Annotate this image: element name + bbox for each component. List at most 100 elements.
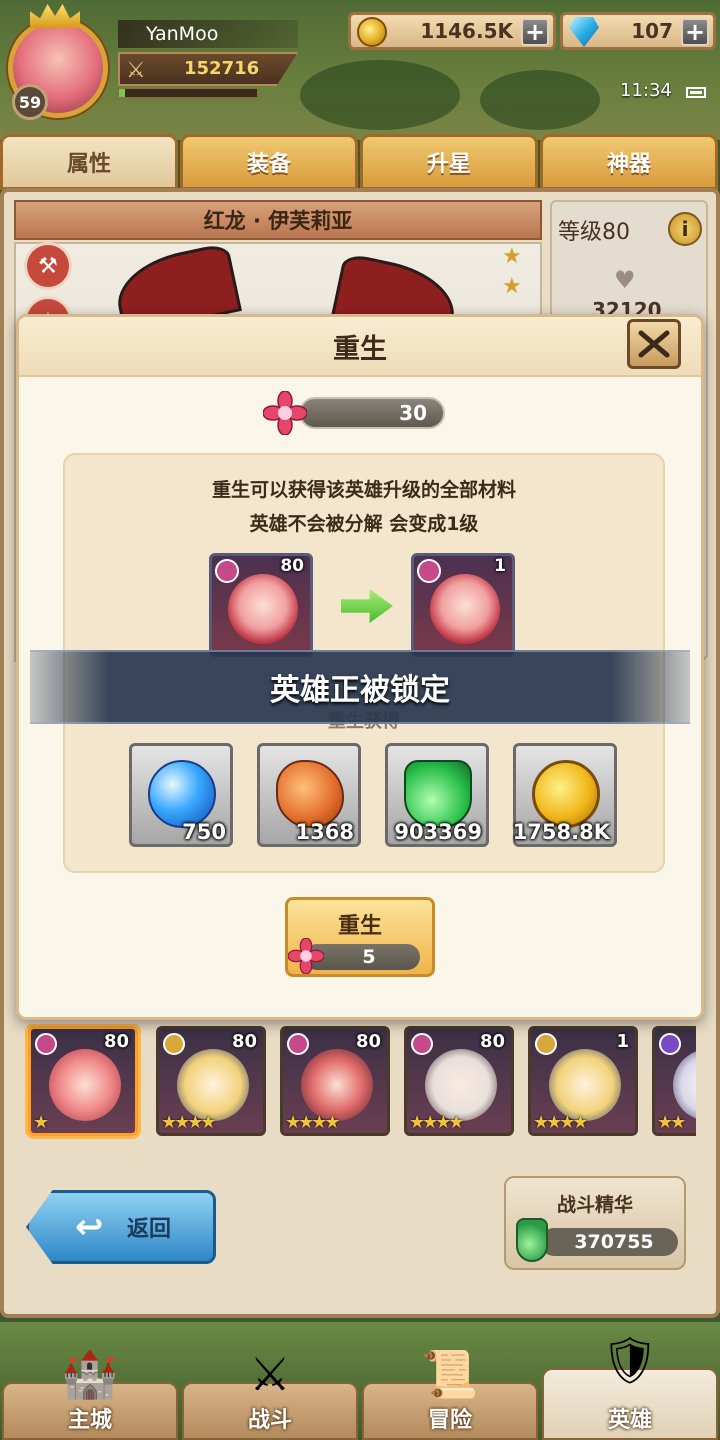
hero-card-level: 80 (231, 1031, 257, 1052)
reward-item[interactable]: 903369 (385, 743, 489, 847)
description-line-2: 英雄不会被分解 会变成1级 (249, 513, 479, 535)
element-icon (659, 1033, 681, 1055)
gold-amount: 1146.5K (420, 19, 513, 43)
nav-heroes[interactable]: 🛡 英雄 (542, 1333, 718, 1440)
element-icon (535, 1033, 557, 1055)
element-icon (215, 559, 239, 583)
level-before: 80 (280, 556, 304, 576)
castle-icon: 🏰 (61, 1346, 119, 1401)
rebirth-flower-icon (263, 391, 307, 435)
background-foliage (480, 70, 600, 130)
rebirth-flower-icon (288, 938, 324, 974)
gold-coin-icon (357, 17, 387, 47)
hero-card-stars: ★★ (657, 1112, 686, 1133)
crown-icon (30, 4, 80, 28)
hero-card[interactable]: ★★ (652, 1026, 696, 1136)
crossed-swords-icon: ⚔ (126, 58, 146, 83)
tab-attributes[interactable]: 属性 (0, 134, 178, 190)
hero-card-level: 80 (479, 1031, 505, 1052)
hero-face (430, 574, 500, 644)
hero-face (549, 1049, 621, 1121)
combat-power-value: 152716 (184, 58, 260, 79)
nav-label: 战斗 (247, 1408, 292, 1433)
battery-icon (686, 87, 706, 98)
tab-artifact[interactable]: 神器 (540, 134, 718, 190)
nav-adventure[interactable]: 📜 冒险 (362, 1347, 538, 1440)
rebirth-token-count: 30 (299, 397, 445, 429)
hero-helmet-icon: 🛡 (600, 1332, 660, 1387)
hero-card[interactable]: 1 ★★★★ (528, 1026, 638, 1136)
hero-card-stars: ★★★★ (533, 1112, 589, 1133)
reward-amount: 903369 (394, 820, 482, 844)
reward-item[interactable]: 750 (129, 743, 233, 847)
heart-icon: ♥ (614, 266, 636, 294)
nav-battle[interactable]: ⚔ 战斗 (182, 1347, 358, 1440)
hero-locked-toast: 英雄正被锁定 (30, 650, 690, 724)
combat-power-bar: ⚔ 152716 (118, 52, 298, 86)
rune-stone-icon (276, 760, 344, 828)
gold-currency: 1146.5K + (348, 12, 556, 50)
close-icon (638, 330, 670, 358)
element-icon (163, 1033, 185, 1055)
dialog-title: 重生 (333, 334, 387, 365)
hero-card[interactable]: 80 ★ (28, 1026, 138, 1136)
reward-amount: 1758.8K (512, 820, 610, 844)
gold-coin-icon (532, 760, 600, 828)
level-after: 1 (494, 556, 506, 576)
element-icon (287, 1033, 309, 1055)
scroll-map-icon: 📜 (421, 1346, 479, 1401)
nav-label: 冒险 (427, 1408, 472, 1433)
tab-star-up[interactable]: 升星 (360, 134, 538, 190)
dialog-header: 重生 (19, 317, 701, 377)
info-icon[interactable]: i (668, 212, 702, 246)
hero-list: 80 ★ 80 ★★★★ 80 ★★★★ 80 ★★★★ 1 ★★★★ ★★ (22, 1024, 696, 1140)
reward-amount: 1368 (295, 820, 354, 844)
hero-card-level: 1 (616, 1031, 629, 1052)
hero-card-stars: ★ (33, 1112, 49, 1133)
back-button-label: 返回 (127, 1217, 172, 1242)
star-icon: ★ (502, 274, 522, 299)
element-icon (417, 559, 441, 583)
add-gold-button[interactable]: + (521, 18, 549, 46)
hero-face (673, 1049, 696, 1121)
blue-orb-icon (148, 760, 216, 828)
reward-amount: 750 (182, 820, 226, 844)
rebirth-button-label: 重生 (337, 914, 382, 939)
hero-face (228, 574, 298, 644)
hero-name: 红龙 · 伊芙莉亚 (14, 200, 542, 240)
hero-card[interactable]: 80 ★★★★ (280, 1026, 390, 1136)
hero-card[interactable]: 80 ★★★★ (156, 1026, 266, 1136)
clock: 11:34 (620, 80, 672, 101)
hero-face (49, 1049, 121, 1121)
element-icon (35, 1033, 57, 1055)
player-avatar[interactable]: 59 (2, 4, 120, 120)
reward-item[interactable]: 1368 (257, 743, 361, 847)
hero-face (301, 1049, 373, 1121)
hero-after-portrait: 1 (411, 553, 515, 657)
experience-fill (119, 89, 125, 97)
battle-essence-panel: 战斗精华 370755 (504, 1176, 686, 1270)
hero-card[interactable]: 80 ★★★★ (404, 1026, 514, 1136)
player-name: YanMoo (118, 20, 298, 48)
attack-type-icon[interactable]: ⚒ (24, 242, 72, 290)
reward-item[interactable]: 1758.8K (513, 743, 617, 847)
arrow-right-icon (341, 589, 393, 623)
green-potion-icon (516, 1218, 548, 1262)
battle-essence-value: 370755 (540, 1228, 678, 1256)
back-button[interactable]: ↩ 返回 (26, 1190, 216, 1264)
element-icon (411, 1033, 433, 1055)
description-line-1: 重生可以获得该英雄升级的全部材料 (211, 479, 516, 501)
diamond-icon (569, 17, 599, 47)
nav-main-city[interactable]: 🏰 主城 (2, 1347, 178, 1440)
add-gems-button[interactable]: + (681, 18, 709, 46)
back-arrow-icon: ↩ (75, 1207, 104, 1247)
hero-card-level: 80 (103, 1031, 129, 1052)
tab-equipment[interactable]: 装备 (180, 134, 358, 190)
hero-card-stars: ★★★★ (409, 1112, 465, 1133)
player-level-badge: 59 (12, 84, 48, 120)
close-button[interactable] (627, 319, 681, 369)
battle-essence-title: 战斗精华 (556, 1194, 633, 1216)
hero-before-portrait: 80 (209, 553, 313, 657)
hero-face (425, 1049, 497, 1121)
rebirth-button[interactable]: 重生 5 (285, 897, 435, 977)
